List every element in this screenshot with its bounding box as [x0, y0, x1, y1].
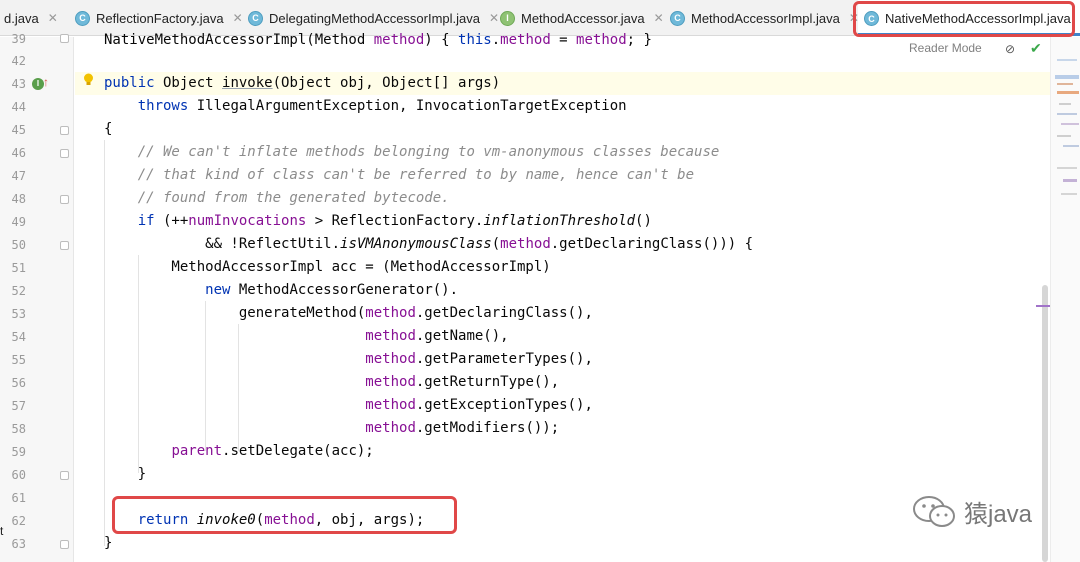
- tab-label: d.java: [4, 10, 39, 26]
- code-line-51: MethodAccessorImpl acc = (MethodAccessor…: [104, 259, 551, 275]
- code-line-45: {: [104, 121, 113, 137]
- close-icon[interactable]: ✕: [654, 11, 664, 25]
- lightbulb-icon[interactable]: [83, 73, 94, 87]
- code-line-52: new MethodAccessorGenerator().: [205, 282, 459, 298]
- reader-mode-toggle[interactable]: Reader Mode: [909, 41, 982, 55]
- tab-label: MethodAccessorImpl.java: [691, 10, 840, 26]
- tab-label: MethodAccessor.java: [521, 10, 645, 26]
- code-line-43: public Object invoke(Object obj, Object[…: [104, 75, 501, 91]
- class-icon: C: [670, 10, 685, 26]
- eye-hidden-icon[interactable]: ⊘: [1005, 42, 1015, 56]
- class-icon: C: [864, 11, 879, 26]
- tab-native-method-accessor-impl[interactable]: C NativeMethodAccessorImpl.java: [858, 0, 1080, 37]
- fold-marker[interactable]: [60, 126, 69, 135]
- line-gutter: 39 42 43 44 45 46 47 48 49 50 51 52 53 5…: [0, 32, 74, 562]
- fold-marker[interactable]: [60, 34, 69, 43]
- line-number: 52: [11, 284, 26, 298]
- line-number: 49: [11, 215, 26, 229]
- code-line-47: // that kind of class can't be referred …: [137, 167, 695, 183]
- minimap: [1055, 59, 1079, 195]
- arrow-up-icon[interactable]: ↑: [43, 75, 49, 89]
- line-number: 56: [11, 376, 26, 390]
- checkmark-icon: ✔: [1030, 40, 1042, 56]
- code-line-63: }: [104, 535, 113, 551]
- line-number: 53: [11, 307, 26, 321]
- code-line-39: NativeMethodAccessorImpl(Method method) …: [104, 32, 652, 48]
- wechat-icon: [913, 495, 955, 527]
- line-number: 59: [11, 445, 26, 459]
- code-editor[interactable]: NativeMethodAccessorImpl(Method method) …: [75, 32, 1050, 562]
- close-icon[interactable]: ✕: [489, 11, 499, 25]
- line-number: 44: [11, 100, 26, 114]
- vertical-scrollbar[interactable]: [1042, 285, 1048, 562]
- line-number: 57: [11, 399, 26, 413]
- scroll-marker: [1036, 305, 1050, 307]
- line-number: 51: [11, 261, 26, 275]
- fold-marker[interactable]: [60, 195, 69, 204]
- code-line-44: throws IllegalArgumentException, Invocat…: [137, 98, 627, 114]
- line-number: 46: [11, 146, 26, 160]
- class-icon: C: [75, 10, 90, 26]
- fold-marker[interactable]: [60, 540, 69, 549]
- code-line-49: if (++numInvocations > ReflectionFactory…: [137, 213, 652, 229]
- interface-icon: I: [500, 10, 515, 26]
- line-number: 63: [11, 537, 26, 551]
- line-number: 42: [11, 54, 26, 68]
- code-line-62: return invoke0(method, obj, args);: [137, 512, 425, 528]
- line-number: 43: [11, 77, 26, 91]
- watermark: 猿java: [912, 494, 1032, 529]
- code-line-53: generateMethod(method.getDeclaringClass(…: [104, 305, 593, 321]
- line-number: 62: [11, 514, 26, 528]
- minimap-strip[interactable]: [1050, 37, 1080, 562]
- line-number: 48: [11, 192, 26, 206]
- line-number: 45: [11, 123, 26, 137]
- close-icon[interactable]: ✕: [48, 11, 58, 25]
- tab-d-java[interactable]: d.java ✕: [4, 0, 58, 36]
- code-line-59: parent.setDelegate(acc);: [171, 443, 374, 459]
- code-line-60: }: [104, 466, 147, 482]
- line-number: 39: [11, 32, 26, 46]
- line-number: 61: [11, 491, 26, 505]
- code-line-55: method.getParameterTypes(),: [365, 351, 593, 367]
- code-line-58: method.getModifiers());: [365, 420, 560, 436]
- code-line-46: // We can't inflate methods belonging to…: [137, 144, 720, 160]
- close-icon[interactable]: ✕: [233, 11, 243, 25]
- tab-label: DelegatingMethodAccessorImpl.java: [269, 10, 480, 26]
- code-line-54: method.getName(),: [365, 328, 509, 344]
- line-number: 47: [11, 169, 26, 183]
- code-line-57: method.getExceptionTypes(),: [365, 397, 593, 413]
- stray-text: t: [0, 524, 4, 538]
- line-number: 58: [11, 422, 26, 436]
- tab-label: ReflectionFactory.java: [96, 10, 224, 26]
- fold-marker[interactable]: [60, 241, 69, 250]
- code-line-56: method.getReturnType(),: [365, 374, 560, 390]
- fold-marker[interactable]: [60, 149, 69, 158]
- class-icon: C: [248, 10, 263, 26]
- code-line-50: && !ReflectUtil.isVMAnonymousClass(metho…: [104, 236, 754, 252]
- line-number: 60: [11, 468, 26, 482]
- watermark-label: 猿java: [964, 501, 1033, 528]
- line-number: 50: [11, 238, 26, 252]
- line-number: 55: [11, 353, 26, 367]
- tab-method-accessor-impl[interactable]: C MethodAccessorImpl.java ✕: [670, 0, 859, 36]
- code-line-48: // found from the generated bytecode.: [137, 190, 450, 206]
- line-number: 54: [11, 330, 26, 344]
- tab-label: NativeMethodAccessorImpl.java: [885, 11, 1071, 26]
- fold-marker[interactable]: [60, 471, 69, 480]
